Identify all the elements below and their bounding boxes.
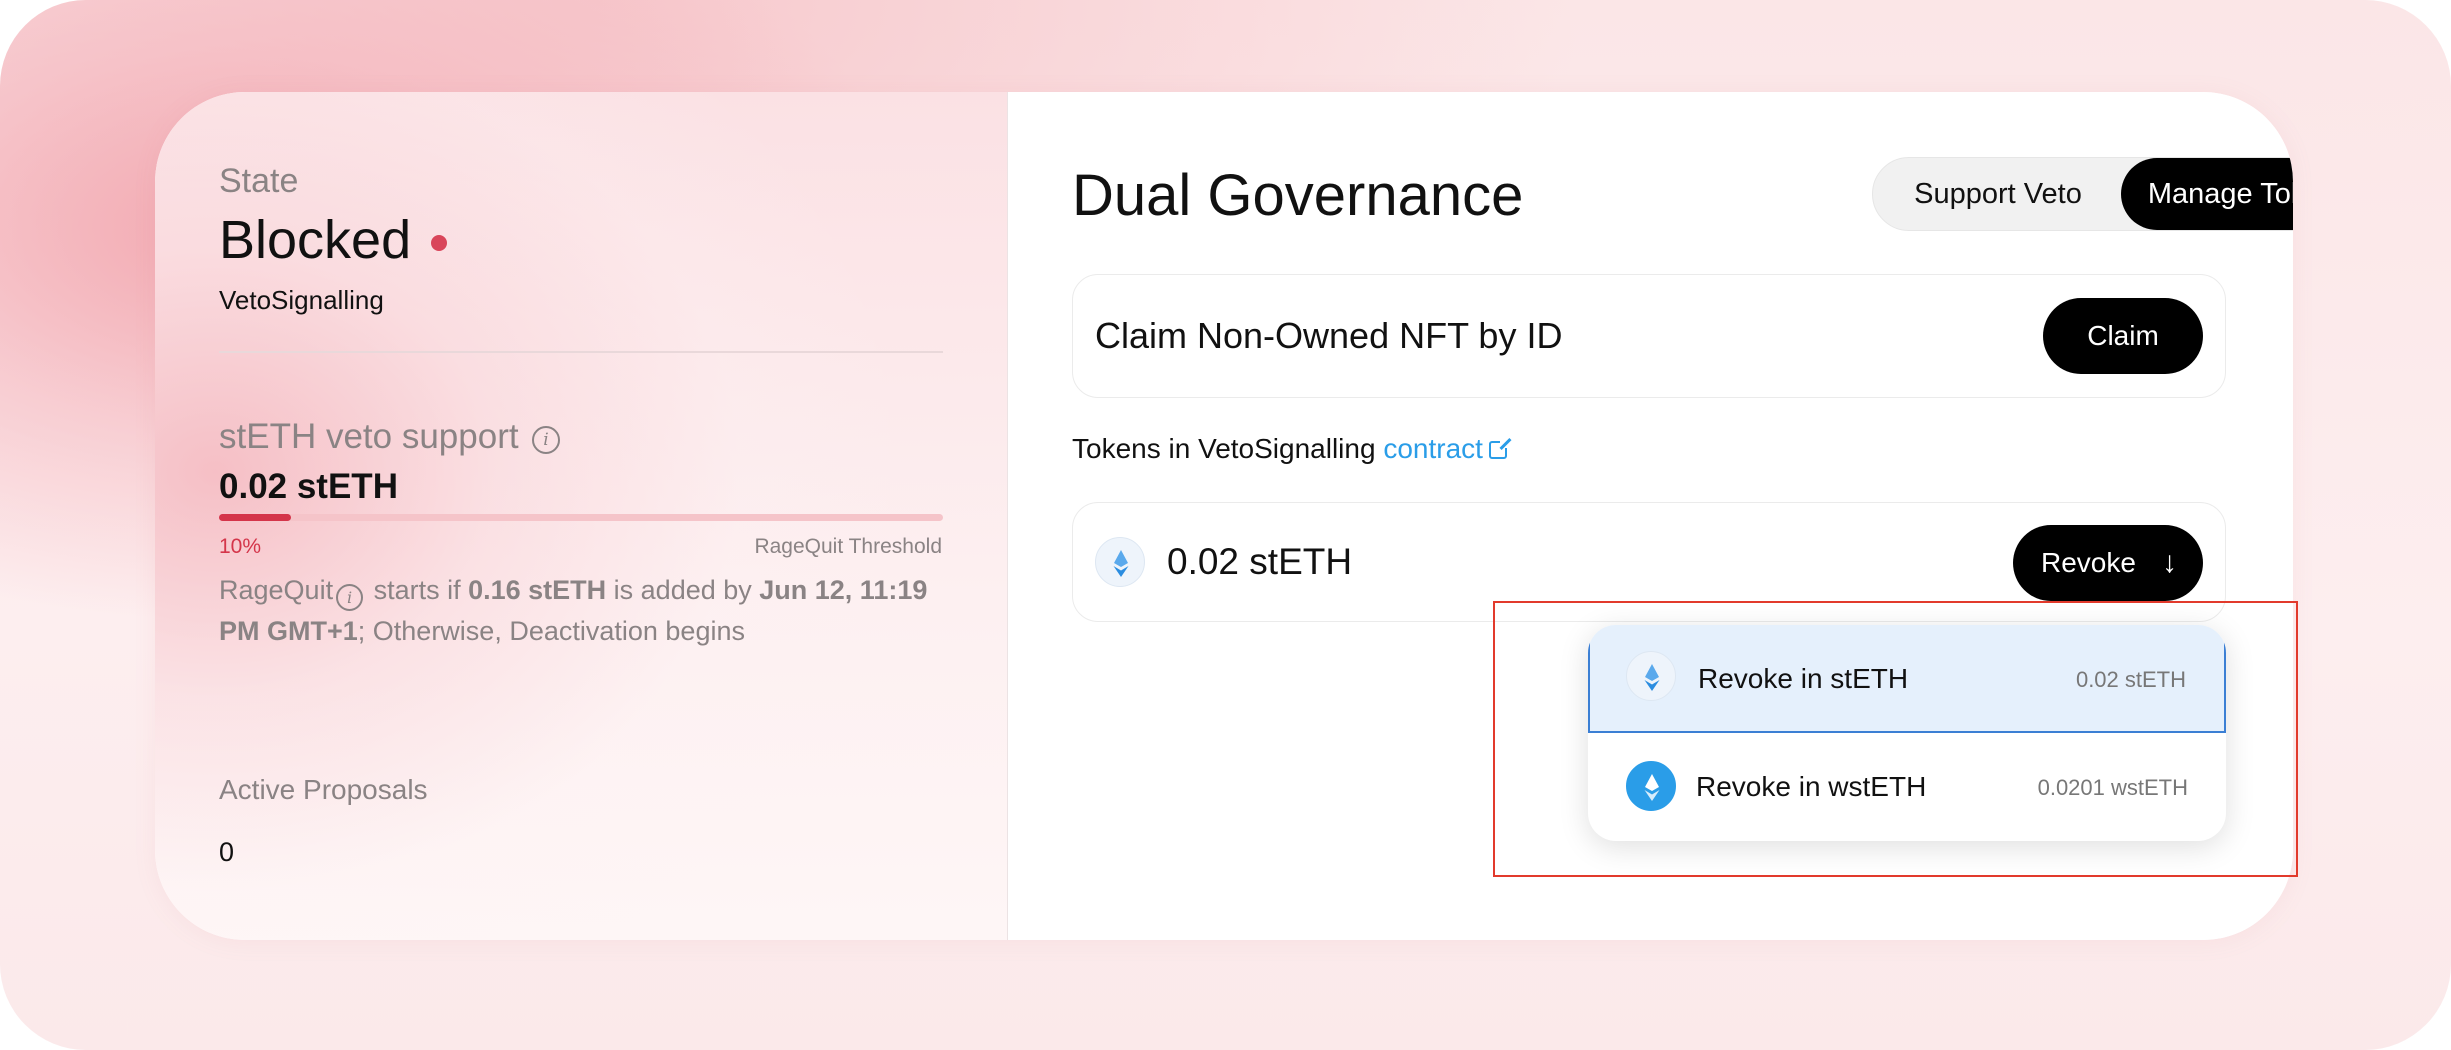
ragequit-prefix: RageQuit bbox=[219, 575, 334, 605]
tab-support-veto[interactable]: Support Veto bbox=[1873, 158, 2123, 230]
state-label: State bbox=[219, 162, 299, 200]
app-frame: State Blocked VetoSignalling stETH veto … bbox=[0, 0, 2451, 1050]
token-amount: 0.02 stETH bbox=[1167, 541, 1353, 582]
revoke-button[interactable]: Revoke ↓ bbox=[2013, 525, 2203, 601]
ragequit-description: RageQuit i starts if 0.16 stETH is added … bbox=[219, 570, 943, 651]
page-title: Dual Governance bbox=[1072, 163, 1524, 228]
contract-link[interactable]: contract bbox=[1383, 433, 1483, 464]
claim-button[interactable]: Claim bbox=[2043, 298, 2203, 374]
info-icon[interactable]: i bbox=[532, 426, 560, 454]
revoke-dropdown-menu: Revoke in stETH 0.02 stETH Revoke in wst… bbox=[1588, 625, 2226, 841]
steth-icon bbox=[1626, 651, 1676, 701]
veto-support-label: stETH veto support bbox=[219, 417, 519, 456]
veto-progress-percent: 10% bbox=[219, 535, 262, 558]
veto-progress-bar bbox=[219, 514, 943, 521]
ragequit-threshold-label: RageQuit Threshold bbox=[754, 535, 942, 558]
ragequit-text-2: is added by bbox=[606, 575, 760, 605]
menu-item-revoke-steth[interactable]: Revoke in stETH 0.02 stETH bbox=[1588, 625, 2226, 733]
menu-item-label: Revoke in stETH bbox=[1698, 663, 1909, 694]
steth-icon bbox=[1095, 537, 1145, 587]
wsteth-icon bbox=[1626, 761, 1676, 811]
active-proposals-label: Active Proposals bbox=[219, 774, 428, 805]
menu-item-amount: 0.02 stETH bbox=[2075, 667, 2186, 692]
veto-support-value: 0.02 stETH bbox=[219, 467, 398, 506]
claim-nft-label: Claim Non-Owned NFT by ID bbox=[1095, 315, 1563, 356]
revoke-button-label: Revoke bbox=[2041, 547, 2136, 578]
menu-item-label: Revoke in wstETH bbox=[1696, 771, 1927, 802]
divider bbox=[219, 351, 943, 353]
menu-item-amount: 0.0201 wstETH bbox=[2037, 775, 2188, 800]
state-value: Blocked bbox=[219, 210, 412, 270]
token-balance-card: 0.02 stETH Revoke ↓ bbox=[1072, 502, 2226, 622]
ragequit-text-1: starts if bbox=[366, 575, 469, 605]
tokens-label: Tokens in VetoSignalling contract bbox=[1072, 433, 1510, 465]
state-substate: VetoSignalling bbox=[219, 285, 384, 315]
veto-progress-fill bbox=[219, 514, 292, 521]
arrow-down-icon: ↓ bbox=[2162, 546, 2177, 579]
active-proposals-value: 0 bbox=[219, 837, 235, 867]
tokens-label-text: Tokens in VetoSignalling bbox=[1072, 433, 1384, 464]
external-link-icon[interactable] bbox=[1488, 438, 1510, 459]
state-indicator-dot bbox=[431, 235, 447, 251]
menu-item-revoke-wsteth[interactable]: Revoke in wstETH 0.0201 wstETH bbox=[1588, 733, 2226, 841]
ragequit-text-3: ; Otherwise, Deactivation begins bbox=[357, 616, 745, 646]
tab-manage-tokens[interactable]: Manage Tokens bbox=[2121, 158, 2293, 230]
ragequit-amount: 0.16 stETH bbox=[468, 575, 607, 605]
info-icon[interactable]: i bbox=[336, 584, 364, 611]
tab-switcher: Support Veto Manage Tokens bbox=[1872, 157, 2293, 231]
status-panel: State Blocked VetoSignalling stETH veto … bbox=[155, 92, 1008, 940]
claim-nft-card: Claim Non-Owned NFT by ID Claim bbox=[1072, 274, 2226, 398]
